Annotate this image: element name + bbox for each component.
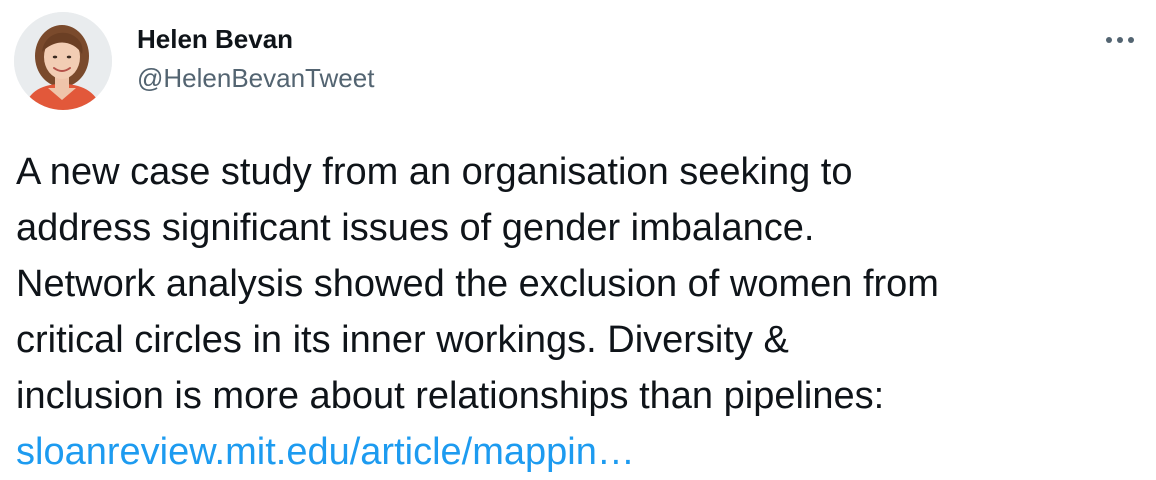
- tweet-link-line: sloanreview.mit.edu/article/mappin…: [16, 424, 1152, 480]
- article-link[interactable]: sloanreview.mit.edu/article/mappin…: [16, 431, 635, 473]
- author-block: Helen Bevan @HelenBevanTweet: [137, 24, 374, 104]
- tweet-text-line: critical circles in its inner workings. …: [16, 319, 789, 361]
- more-options-icon: [1106, 37, 1134, 43]
- profile-photo-icon: [14, 12, 112, 110]
- user-handle[interactable]: @HelenBevanTweet: [137, 63, 374, 93]
- avatar[interactable]: [14, 12, 112, 110]
- tweet-text-line: Network analysis showed the exclusion of…: [16, 263, 939, 305]
- display-name[interactable]: Helen Bevan: [137, 24, 374, 54]
- tweet-text-line: address significant issues of gender imb…: [16, 207, 815, 249]
- more-options-button[interactable]: [1100, 26, 1140, 54]
- tweet-text: A new case study from an organisation se…: [16, 144, 1152, 480]
- tweet-text-line: A new case study from an organisation se…: [16, 151, 853, 193]
- tweet-card[interactable]: Helen Bevan @HelenBevanTweet A new case …: [0, 0, 1156, 480]
- tweet-text-line: inclusion is more about relationships th…: [16, 375, 885, 417]
